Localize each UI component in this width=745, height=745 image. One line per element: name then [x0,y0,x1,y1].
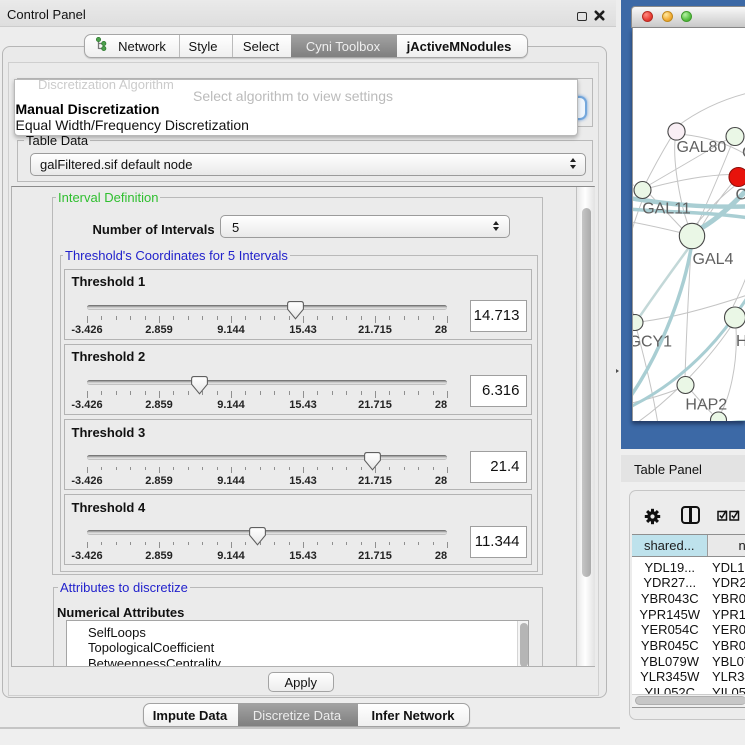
svg-text:GAL80: GAL80 [677,139,727,156]
svg-text:HAP2: HAP2 [685,396,727,413]
svg-text:GAL11: GAL11 [642,200,691,217]
svg-text:GAL4: GAL4 [693,251,734,268]
svg-text:H: H [736,333,745,350]
svg-text:GCY1: GCY1 [633,333,672,350]
svg-text:C: C [736,186,745,203]
